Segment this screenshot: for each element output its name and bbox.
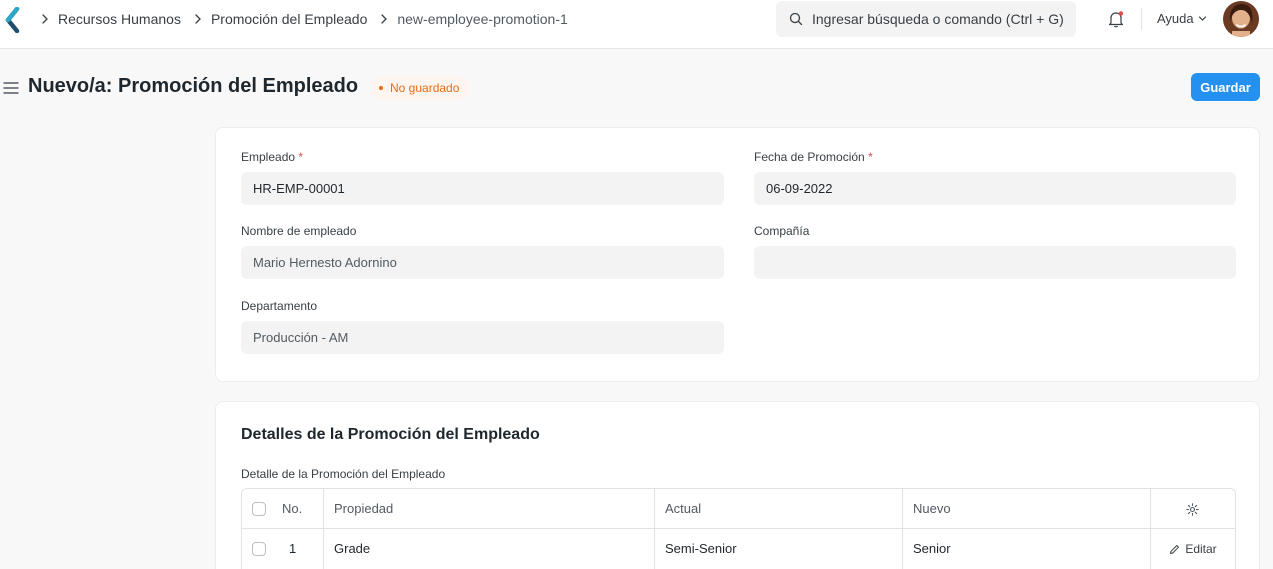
section-title: Detalles de la Promoción del Empleado	[241, 426, 540, 443]
navbar-divider	[1141, 8, 1142, 30]
employee-field[interactable]: HR-EMP-00001	[241, 172, 724, 205]
search-bar[interactable]	[776, 1, 1076, 37]
promotion-date-field[interactable]: 06-09-2022	[754, 172, 1236, 205]
row-checkbox[interactable]	[252, 542, 266, 556]
breadcrumb-item-current[interactable]: new-employee-promotion-1	[397, 11, 567, 27]
navbar: Recursos Humanos Promoción del Empleado …	[0, 0, 1273, 49]
chevron-right-icon	[42, 14, 48, 24]
promotion-details-table: No. Propiedad Actual Nuevo 1 Grade Semi-…	[241, 488, 1236, 569]
app-logo-icon[interactable]	[4, 7, 22, 33]
row-edit-button[interactable]: Editar	[1151, 529, 1235, 569]
row-current[interactable]: Semi-Senior	[655, 529, 903, 569]
column-header-new: Nuevo	[903, 489, 1151, 529]
table-row[interactable]: 1 Grade Semi-Senior Senior Editar	[242, 529, 1235, 569]
column-header-no: No.	[282, 501, 303, 516]
sidebar-toggle-icon[interactable]	[3, 81, 19, 95]
help-dropdown[interactable]: Ayuda	[1157, 11, 1207, 26]
row-new[interactable]: Senior	[903, 529, 1151, 569]
status-badge-label: No guardado	[390, 81, 460, 95]
avatar[interactable]	[1223, 1, 1259, 37]
search-input[interactable]	[812, 1, 1070, 37]
breadcrumb: Recursos Humanos Promoción del Empleado …	[38, 10, 578, 28]
chevron-right-icon	[381, 14, 388, 24]
employee-name-field: Mario Hernesto Adornino	[241, 246, 724, 279]
select-all-checkbox[interactable]	[252, 502, 266, 516]
breadcrumb-item[interactable]: Recursos Humanos	[58, 11, 181, 27]
column-settings-cell	[1151, 489, 1235, 529]
gear-icon[interactable]	[1186, 503, 1199, 516]
breadcrumb-item[interactable]: Promoción del Empleado	[211, 11, 367, 27]
pencil-icon	[1170, 544, 1180, 554]
save-button[interactable]: Guardar	[1191, 73, 1260, 101]
table-label: Detalle de la Promoción del Empleado	[241, 467, 446, 481]
notification-bell-icon[interactable]	[1106, 9, 1126, 29]
column-header-current: Actual	[655, 489, 903, 529]
status-badge: No guardado	[370, 76, 469, 100]
status-dot	[379, 86, 383, 90]
user-avatar-icon	[1223, 1, 1259, 37]
chevron-down-icon	[1198, 16, 1206, 21]
employee-name-label: Nombre de empleado	[241, 224, 357, 238]
form-card: Empleado * HR-EMP-00001 Fecha de Promoci…	[215, 127, 1260, 382]
chevron-right-icon	[195, 14, 201, 24]
promotion-details-card: Detalles de la Promoción del Empleado De…	[215, 401, 1260, 569]
department-field: Producción - AM	[241, 321, 724, 354]
header-checkbox-cell: No.	[242, 489, 324, 529]
company-label: Compañía	[754, 224, 810, 238]
help-label: Ayuda	[1157, 11, 1194, 26]
page-title: Nuevo/a: Promoción del Empleado	[28, 75, 359, 97]
table-header-row: No. Propiedad Actual Nuevo	[242, 489, 1235, 529]
row-checkbox-cell: 1	[242, 529, 324, 569]
promotion-date-label: Fecha de Promoción *	[754, 150, 873, 164]
edit-label: Editar	[1185, 542, 1217, 556]
department-label: Departamento	[241, 299, 318, 313]
row-number: 1	[289, 541, 297, 556]
row-property[interactable]: Grade	[324, 529, 655, 569]
company-field	[754, 246, 1236, 279]
column-header-property: Propiedad	[324, 489, 655, 529]
search-icon	[789, 12, 803, 26]
employee-label: Empleado *	[241, 150, 304, 164]
